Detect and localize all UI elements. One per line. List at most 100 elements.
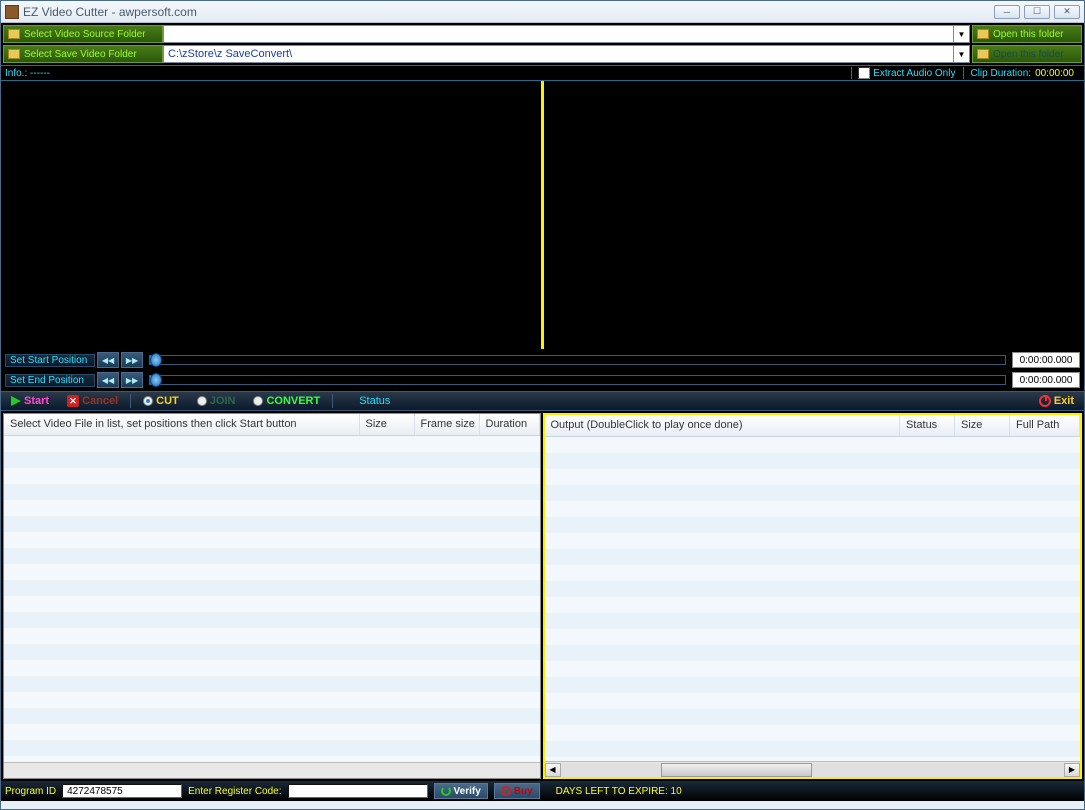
refresh-icon bbox=[501, 786, 511, 796]
convert-radio[interactable]: CONVERT bbox=[247, 393, 326, 409]
end-position-label: Set End Position bbox=[5, 374, 95, 387]
bottom-bar: Program ID 4272478575 Enter Register Cod… bbox=[1, 781, 1084, 801]
video-preview-area bbox=[1, 81, 1084, 349]
start-label: Start bbox=[24, 395, 49, 407]
exit-button[interactable]: Exit bbox=[1033, 393, 1080, 409]
video-pane-left bbox=[3, 81, 541, 349]
folder-selection-area: Select Video Source Folder ▼ Open this f… bbox=[1, 23, 1084, 65]
output-table-header: Output (DoubleClick to play once done) S… bbox=[545, 415, 1081, 437]
join-label: JOIN bbox=[210, 395, 236, 407]
folder-icon bbox=[977, 49, 989, 59]
open-source-folder-button[interactable]: Open this folder bbox=[972, 25, 1082, 43]
input-table-header: Select Video File in list, set positions… bbox=[4, 414, 540, 436]
input-scrollbar[interactable] bbox=[4, 762, 540, 778]
status-label: Status bbox=[359, 395, 390, 407]
save-path-input[interactable]: C:\zStore\z SaveConvert\ bbox=[163, 45, 954, 63]
maximize-button[interactable]: ☐ bbox=[1024, 5, 1050, 19]
exit-label: Exit bbox=[1054, 395, 1074, 407]
open-folder-label: Open this folder bbox=[993, 29, 1064, 40]
col-header[interactable]: Frame size bbox=[415, 414, 480, 435]
video-pane-right bbox=[544, 81, 1082, 349]
titlebar: EZ Video Cutter - awpersoft.com ─ ☐ ✕ bbox=[1, 1, 1084, 23]
verify-button[interactable]: Verify bbox=[434, 783, 488, 799]
select-save-folder-button[interactable]: Select Save Video Folder bbox=[3, 45, 163, 63]
scroll-thumb[interactable] bbox=[661, 763, 812, 777]
register-code-input[interactable] bbox=[288, 784, 428, 798]
tables-area: Select Video File in list, set positions… bbox=[1, 411, 1084, 781]
action-bar: Start ✕ Cancel CUT JOIN CONVERT Status E… bbox=[1, 391, 1084, 411]
col-header[interactable]: Status bbox=[900, 415, 955, 436]
output-scrollbar[interactable]: ◀ ▶ bbox=[545, 761, 1081, 777]
info-value: ------ bbox=[30, 68, 50, 79]
end-time-display: 0:00:00.000 bbox=[1012, 372, 1080, 388]
start-position-slider[interactable] bbox=[149, 355, 1006, 365]
open-save-folder-button[interactable]: Open this folder bbox=[972, 45, 1082, 63]
program-id-field[interactable]: 4272478575 bbox=[62, 784, 182, 798]
end-position-slider[interactable] bbox=[149, 375, 1006, 385]
select-source-label: Select Video Source Folder bbox=[24, 29, 146, 40]
scroll-right-button[interactable]: ▶ bbox=[1064, 763, 1080, 777]
end-forward-button[interactable]: ▶▶ bbox=[121, 372, 143, 388]
radio-off-icon bbox=[253, 396, 263, 406]
folder-icon bbox=[8, 29, 20, 39]
app-window: EZ Video Cutter - awpersoft.com ─ ☐ ✕ Se… bbox=[0, 0, 1085, 810]
source-path-input[interactable] bbox=[163, 25, 954, 43]
position-controls: Set Start Position ◀◀ ▶▶ 0:00:00.000 Set… bbox=[1, 349, 1084, 391]
col-header[interactable]: Duration bbox=[480, 414, 540, 435]
select-source-folder-button[interactable]: Select Video Source Folder bbox=[3, 25, 163, 43]
info-bar: Info.: ------ Extract Audio Only Clip Du… bbox=[1, 65, 1084, 81]
folder-icon bbox=[8, 49, 20, 59]
close-button[interactable]: ✕ bbox=[1054, 5, 1080, 19]
verify-label: Verify bbox=[454, 786, 481, 797]
folder-icon bbox=[977, 29, 989, 39]
col-header[interactable]: Size bbox=[955, 415, 1010, 436]
clip-duration-value: 00:00:00 bbox=[1035, 68, 1074, 79]
extract-audio-toggle[interactable]: Extract Audio Only bbox=[851, 67, 961, 79]
start-position-label: Set Start Position bbox=[5, 354, 95, 367]
cancel-icon: ✕ bbox=[67, 395, 79, 407]
play-icon bbox=[11, 396, 21, 406]
radio-off-icon bbox=[197, 396, 207, 406]
cancel-label: Cancel bbox=[82, 395, 118, 407]
open-folder-label: Open this folder bbox=[993, 49, 1064, 60]
scroll-track[interactable] bbox=[561, 763, 1065, 777]
start-button[interactable]: Start bbox=[5, 393, 55, 409]
cut-radio[interactable]: CUT bbox=[137, 393, 185, 409]
program-id-label: Program ID bbox=[5, 786, 56, 797]
extract-audio-label: Extract Audio Only bbox=[873, 68, 955, 79]
scroll-left-button[interactable]: ◀ bbox=[545, 763, 561, 777]
expire-label: DAYS LEFT TO EXPIRE: 10 bbox=[556, 786, 682, 797]
cancel-button[interactable]: ✕ Cancel bbox=[61, 393, 124, 409]
col-header[interactable]: Full Path bbox=[1010, 415, 1080, 436]
convert-label: CONVERT bbox=[266, 395, 320, 407]
power-icon bbox=[1039, 395, 1051, 407]
checkbox-icon bbox=[858, 67, 870, 79]
save-path-dropdown[interactable]: ▼ bbox=[954, 45, 970, 63]
output-table-body[interactable] bbox=[545, 437, 1081, 761]
clip-duration-label: Clip Duration: bbox=[970, 68, 1031, 79]
radio-on-icon bbox=[143, 396, 153, 406]
join-radio[interactable]: JOIN bbox=[191, 393, 242, 409]
slider-thumb-icon[interactable] bbox=[150, 353, 162, 367]
window-title: EZ Video Cutter - awpersoft.com bbox=[23, 5, 197, 19]
buy-label: Buy bbox=[514, 786, 533, 797]
start-time-display: 0:00:00.000 bbox=[1012, 352, 1080, 368]
start-rewind-button[interactable]: ◀◀ bbox=[97, 352, 119, 368]
select-save-label: Select Save Video Folder bbox=[24, 49, 137, 60]
minimize-button[interactable]: ─ bbox=[994, 5, 1020, 19]
input-table: Select Video File in list, set positions… bbox=[3, 413, 541, 779]
col-header[interactable]: Select Video File in list, set positions… bbox=[4, 414, 360, 435]
source-path-dropdown[interactable]: ▼ bbox=[954, 25, 970, 43]
output-table: Output (DoubleClick to play once done) S… bbox=[543, 413, 1083, 779]
start-forward-button[interactable]: ▶▶ bbox=[121, 352, 143, 368]
input-table-body[interactable] bbox=[4, 436, 540, 762]
slider-thumb-icon[interactable] bbox=[150, 373, 162, 387]
col-header[interactable]: Output (DoubleClick to play once done) bbox=[545, 415, 901, 436]
refresh-icon bbox=[441, 786, 451, 796]
register-code-label: Enter Register Code: bbox=[188, 786, 281, 797]
app-icon bbox=[5, 5, 19, 19]
info-label: Info.: bbox=[5, 68, 27, 79]
end-rewind-button[interactable]: ◀◀ bbox=[97, 372, 119, 388]
col-header[interactable]: Size bbox=[360, 414, 415, 435]
buy-button[interactable]: Buy bbox=[494, 783, 540, 799]
